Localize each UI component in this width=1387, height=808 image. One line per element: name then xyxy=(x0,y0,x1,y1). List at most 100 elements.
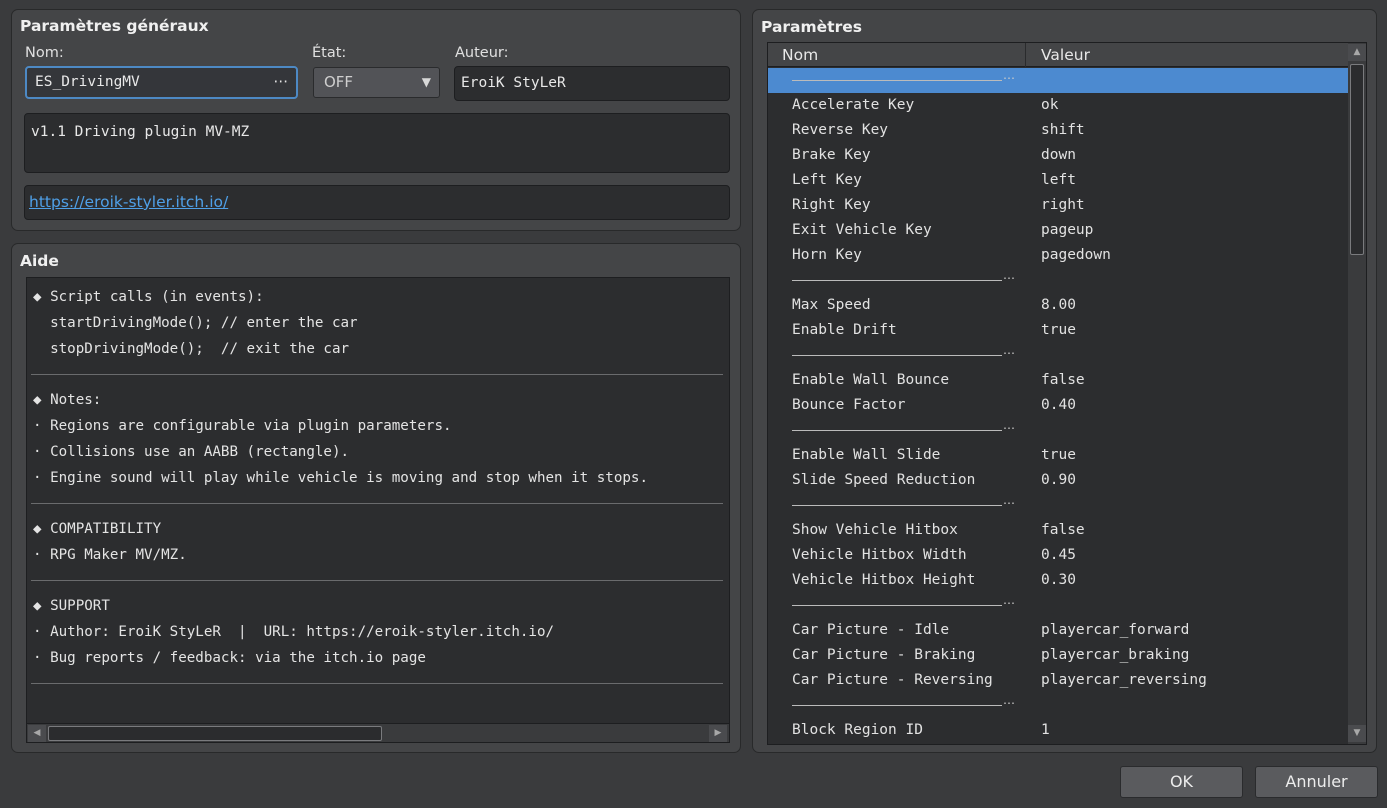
params-vertical-scroll-thumb[interactable] xyxy=(1350,64,1364,255)
help-line: stopDrivingMode(); // exit the car xyxy=(33,341,350,357)
col-value-header[interactable]: Valeur xyxy=(1041,46,1090,64)
param-row[interactable]: Block Region ID 1 xyxy=(768,718,1348,743)
param-row[interactable]: Brake Key down xyxy=(768,143,1348,168)
param-key: Reverse Key xyxy=(792,122,889,138)
help-separator xyxy=(31,683,723,684)
scroll-up-icon[interactable]: ▲ xyxy=(1348,44,1366,61)
param-separator-row[interactable]: ⋯ xyxy=(768,593,1348,618)
separator-line xyxy=(792,80,1002,81)
param-row[interactable]: Right Key right xyxy=(768,193,1348,218)
param-row[interactable]: Enable Wall Slide true xyxy=(768,443,1348,468)
description-field[interactable]: v1.1 Driving plugin MV-MZ xyxy=(24,113,730,173)
state-label: État: xyxy=(312,45,347,61)
name-value: ES_DrivingMV xyxy=(35,74,140,90)
help-separator xyxy=(31,580,723,581)
param-row[interactable]: Enable Wall Bounce false xyxy=(768,368,1348,393)
help-separator xyxy=(31,374,723,375)
param-row[interactable]: Bounce Factor 0.40 xyxy=(768,393,1348,418)
params-vertical-scrollbar[interactable]: ▲ ▼ xyxy=(1348,43,1366,744)
help-line: ◆ SUPPORT xyxy=(33,598,110,614)
separator-dots: ⋯ xyxy=(1003,71,1015,85)
param-key: Show Vehicle Hitbox xyxy=(792,522,958,538)
name-label: Nom: xyxy=(25,45,64,61)
author-label: Auteur: xyxy=(455,45,509,61)
separator-dots: ⋯ xyxy=(1003,346,1015,360)
state-value: OFF xyxy=(324,73,354,91)
chevron-down-icon: ▼ xyxy=(421,75,431,89)
param-separator-row[interactable]: ⋯ xyxy=(768,418,1348,443)
help-line: ◆ COMPATIBILITY xyxy=(33,521,162,537)
param-value: right xyxy=(1041,197,1085,213)
separator-line xyxy=(792,705,1002,706)
url-link[interactable]: https://eroik-styler.itch.io/ xyxy=(29,193,228,211)
param-row[interactable]: Slide Speed Reduction 0.90 xyxy=(768,468,1348,493)
col-name-header[interactable]: Nom xyxy=(782,46,818,64)
separator-line xyxy=(792,280,1002,281)
param-value: 0.40 xyxy=(1041,397,1076,413)
separator-line xyxy=(792,605,1002,606)
param-key: Max Speed xyxy=(792,297,871,313)
param-row[interactable]: Max Speed 8.00 xyxy=(768,293,1348,318)
name-field[interactable]: ES_DrivingMV ⋯ xyxy=(25,66,298,99)
url-field[interactable]: https://eroik-styler.itch.io/ xyxy=(24,185,730,220)
param-row[interactable]: Car Picture - Idle playercar_forward xyxy=(768,618,1348,643)
help-horizontal-scrollbar[interactable]: ◀ ▶ xyxy=(27,723,729,742)
param-row[interactable]: Enable Drift true xyxy=(768,318,1348,343)
general-params-title: Paramètres généraux xyxy=(20,17,209,35)
param-row[interactable]: Accelerate Key ok xyxy=(768,93,1348,118)
param-value: 0.90 xyxy=(1041,472,1076,488)
params-title: Paramètres xyxy=(761,18,862,36)
separator-dots: ⋯ xyxy=(1003,271,1015,285)
param-row[interactable]: Car Picture - Braking playercar_braking xyxy=(768,643,1348,668)
scroll-right-icon[interactable]: ▶ xyxy=(709,725,727,742)
ok-button[interactable]: OK xyxy=(1120,766,1243,798)
param-key: Car Picture - Braking xyxy=(792,647,976,663)
separator-line xyxy=(792,430,1002,431)
help-line: · Engine sound will play while vehicle i… xyxy=(33,470,648,486)
param-key: Vehicle Hitbox Height xyxy=(792,572,976,588)
name-more-icon[interactable]: ⋯ xyxy=(274,68,289,96)
general-params-group: Paramètres généraux Nom: ES_DrivingMV ⋯ … xyxy=(11,9,741,231)
param-row[interactable]: Vehicle Hitbox Width 0.45 xyxy=(768,543,1348,568)
param-separator-row[interactable]: ⋯ xyxy=(768,343,1348,368)
cancel-button[interactable]: Annuler xyxy=(1255,766,1378,798)
param-separator-row[interactable]: ⋯ xyxy=(768,68,1348,93)
help-line: · Author: EroiK StyLeR | URL: https://er… xyxy=(33,624,555,640)
params-table[interactable]: Nom Valeur ⋯ Accelerate Key ok Reverse Key s… xyxy=(767,42,1367,745)
author-field[interactable]: EroiK StyLeR xyxy=(454,66,730,101)
param-row[interactable]: Vehicle Hitbox Height 0.30 xyxy=(768,568,1348,593)
params-group: Paramètres Nom Valeur ⋯ Accelerate Key ok R… xyxy=(752,9,1377,753)
param-key: Right Key xyxy=(792,197,871,213)
help-line: · Regions are configurable via plugin pa… xyxy=(33,418,452,434)
param-value: playercar_forward xyxy=(1041,622,1190,638)
param-value: playercar_reversing xyxy=(1041,672,1207,688)
param-value: ok xyxy=(1041,97,1059,113)
param-row[interactable]: Reverse Key shift xyxy=(768,118,1348,143)
separator-line xyxy=(792,505,1002,506)
param-separator-row[interactable]: ⋯ xyxy=(768,493,1348,518)
scroll-down-icon[interactable]: ▼ xyxy=(1348,725,1366,742)
param-separator-row[interactable]: ⋯ xyxy=(768,693,1348,718)
param-key: Brake Key xyxy=(792,147,871,163)
param-value: 0.30 xyxy=(1041,572,1076,588)
help-horizontal-scroll-thumb[interactable] xyxy=(48,726,382,741)
help-text-area[interactable]: ◆ Script calls (in events): startDriving… xyxy=(26,277,730,743)
param-row[interactable]: Horn Key pagedown xyxy=(768,243,1348,268)
param-separator-row[interactable]: ⋯ xyxy=(768,268,1348,293)
state-select[interactable]: OFF ▼ xyxy=(313,67,440,98)
author-value: EroiK StyLeR xyxy=(461,75,566,91)
param-key: Block Region ID xyxy=(792,722,923,738)
param-key: Car Picture - Idle xyxy=(792,622,950,638)
help-line: startDrivingMode(); // enter the car xyxy=(33,315,358,331)
scroll-left-icon[interactable]: ◀ xyxy=(28,725,46,742)
param-row[interactable]: Exit Vehicle Key pageup xyxy=(768,218,1348,243)
param-key: Vehicle Hitbox Width xyxy=(792,547,967,563)
param-value: 0.45 xyxy=(1041,547,1076,563)
param-row[interactable]: Left Key left xyxy=(768,168,1348,193)
param-row[interactable]: Car Picture - Reversing playercar_reversi… xyxy=(768,668,1348,693)
help-line: · Collisions use an AABB (rectangle). xyxy=(33,444,350,460)
param-row[interactable]: Show Vehicle Hitbox false xyxy=(768,518,1348,543)
separator-dots: ⋯ xyxy=(1003,696,1015,710)
separator-dots: ⋯ xyxy=(1003,496,1015,510)
param-value: false xyxy=(1041,522,1085,538)
